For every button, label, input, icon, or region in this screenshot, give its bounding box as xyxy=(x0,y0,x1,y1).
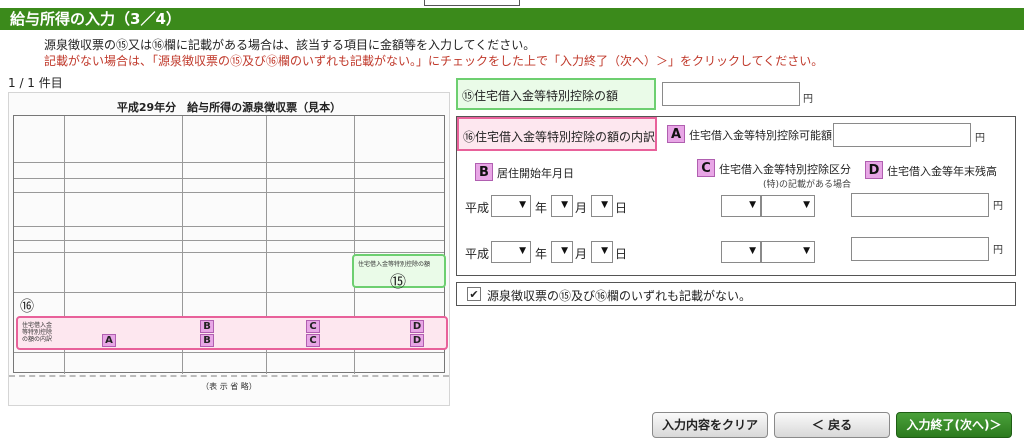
section-16-header: ⑯住宅借入金等特別控除の額の内訳 xyxy=(457,117,657,151)
section-15-header: ⑮住宅借入金等特別控除の額 xyxy=(456,78,656,110)
category-select-2a[interactable]: ▼ xyxy=(721,241,761,263)
sample-omitted-note: （表 示 省 略） xyxy=(201,382,257,391)
day-label: 日 xyxy=(615,247,628,261)
category-select-1a[interactable]: ▼ xyxy=(721,195,761,217)
top-frame xyxy=(424,0,520,6)
section-15-label: ⑮住宅借入金等特別控除の額 xyxy=(462,89,619,103)
year-select-2[interactable]: ▼ xyxy=(491,241,531,263)
month-select-2[interactable]: ▼ xyxy=(551,241,573,263)
back-button[interactable]: ＜ 戻る xyxy=(774,412,890,438)
c-sublabel: (特)の記載がある場合 xyxy=(763,180,852,190)
sample-badge-b: B xyxy=(200,334,214,347)
sample-badge-c: C xyxy=(306,320,320,333)
instruction-line-2: 記載がない場合は、「源泉徴収票の⑮及び⑯欄のいずれも記載がない。」にチェックをし… xyxy=(44,54,824,68)
d-unit-1: 円 xyxy=(993,201,1003,212)
chevron-down-icon: ▼ xyxy=(519,246,526,256)
chevron-down-icon: ▼ xyxy=(561,200,568,210)
grid-line xyxy=(14,178,444,179)
day-label: 日 xyxy=(615,201,628,215)
badge-c: C xyxy=(697,159,715,177)
chevron-down-icon: ▼ xyxy=(803,200,810,210)
grid-line xyxy=(14,352,444,353)
sample-badge-d: D xyxy=(410,334,424,347)
sample-box-15-number: ⑮ xyxy=(390,272,407,291)
a-unit: 円 xyxy=(975,133,985,144)
month-label: 月 xyxy=(575,201,588,215)
chevron-down-icon: ▼ xyxy=(601,200,608,210)
chevron-down-icon: ▼ xyxy=(749,200,756,210)
era-label: 平成 xyxy=(465,247,490,261)
month-label: 月 xyxy=(575,247,588,261)
grid-line xyxy=(14,240,444,241)
chevron-down-icon: ▼ xyxy=(519,200,526,210)
page-title: 給与所得の入力（3／4） xyxy=(0,8,1024,30)
year-label: 年 xyxy=(535,201,548,215)
sample-title: 平成29年分 給与所得の源泉徴収票（見本） xyxy=(116,101,342,114)
a-amount-input[interactable] xyxy=(833,123,971,147)
sample-box-16-number: ⑯ xyxy=(20,299,34,315)
sample-grid: 住宅借入金等特別控除の額 ⑮ ⑯ 住宅借入金等特別控除の額の内訳 A B C D… xyxy=(13,115,448,374)
sample-box-15: 住宅借入金等特別控除の額 ⑮ xyxy=(352,254,446,291)
sample-box-16: 住宅借入金等特別控除の額の内訳 A B C D B C D xyxy=(16,316,448,350)
section-16-label: ⑯住宅借入金等特別控除の額の内訳 xyxy=(463,130,656,144)
chevron-down-icon: ▼ xyxy=(561,246,568,256)
instruction-line-1: 源泉徴収票の⑮又は⑯欄に記載がある場合は、該当する項目に金額等を入力してください… xyxy=(44,38,536,52)
sample-badge-d: D xyxy=(410,320,424,333)
d-balance-input-2[interactable] xyxy=(851,237,989,261)
no-entry-checkbox-label[interactable]: 源泉徴収票の⑮及び⑯欄のいずれも記載がない。 xyxy=(487,287,751,304)
chevron-down-icon: ▼ xyxy=(601,246,608,256)
sample-box-16-label: 住宅借入金等特別控除の額の内訳 xyxy=(22,322,53,343)
badge-d: D xyxy=(865,161,883,179)
sample-badge-c: C xyxy=(306,334,320,347)
category-select-1b[interactable]: ▼ xyxy=(761,195,815,217)
grid-line xyxy=(14,252,444,253)
grid-line xyxy=(14,292,444,293)
badge-b: B xyxy=(475,163,493,181)
finish-next-button[interactable]: 入力終了(次へ)＞ xyxy=(896,412,1012,438)
year-select-1[interactable]: ▼ xyxy=(491,195,531,217)
sample-badge-b: B xyxy=(200,320,214,333)
record-count: 1 / 1 件目 xyxy=(8,76,63,90)
chevron-down-icon: ▼ xyxy=(749,246,756,256)
grid-line xyxy=(14,192,444,193)
c-label: 住宅借入金等特別控除区分 xyxy=(719,163,851,176)
chevron-down-icon: ▼ xyxy=(803,246,810,256)
category-select-2b[interactable]: ▼ xyxy=(761,241,815,263)
sample-badge-a: A xyxy=(102,334,116,347)
month-select-1[interactable]: ▼ xyxy=(551,195,573,217)
badge-a: A xyxy=(667,125,685,143)
era-label: 平成 xyxy=(465,201,490,215)
grid-line xyxy=(14,162,444,163)
a-label: 住宅借入金等特別控除可能額 xyxy=(689,129,832,142)
d-label: 住宅借入金等年末残高 xyxy=(887,165,997,178)
sample-slip-image: 平成29年分 給与所得の源泉徴収票（見本） 住宅借入金等特別控除の額 ⑮ ⑯ 住… xyxy=(8,92,450,406)
no-entry-checkbox-row[interactable]: ✔ 源泉徴収票の⑮及び⑯欄のいずれも記載がない。 xyxy=(456,282,1016,306)
clear-button[interactable]: 入力内容をクリア xyxy=(652,412,768,438)
b-label: 居住開始年月日 xyxy=(497,167,574,180)
no-entry-checkbox[interactable]: ✔ xyxy=(467,287,481,301)
grid-line xyxy=(14,226,444,227)
year-label: 年 xyxy=(535,247,548,261)
d-balance-input-1[interactable] xyxy=(851,193,989,217)
sample-box-15-label: 住宅借入金等特別控除の額 xyxy=(358,261,431,268)
section-15-unit: 円 xyxy=(803,94,813,105)
day-select-1[interactable]: ▼ xyxy=(591,195,613,217)
section-16-panel: ⑯住宅借入金等特別控除の額の内訳 A 住宅借入金等特別控除可能額 円 B 居住開… xyxy=(456,116,1016,276)
d-unit-2: 円 xyxy=(993,245,1003,256)
section-15-amount-input[interactable] xyxy=(662,82,800,106)
day-select-2[interactable]: ▼ xyxy=(591,241,613,263)
